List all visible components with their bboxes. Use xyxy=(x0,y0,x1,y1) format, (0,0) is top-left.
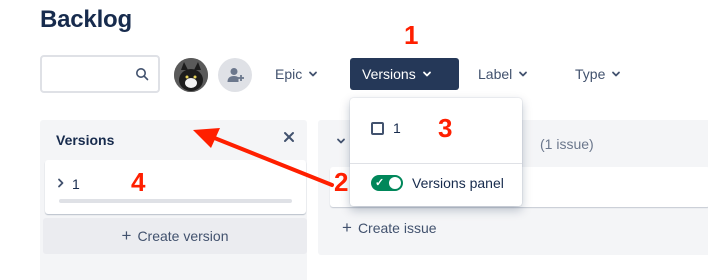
versions-filter-label: Versions xyxy=(362,66,416,82)
annotation-number: 1 xyxy=(404,20,419,50)
versions-panel-toggle-row[interactable]: ✓ Versions panel xyxy=(371,175,504,191)
version-option-label: 1 xyxy=(393,120,401,136)
chevron-down-icon xyxy=(519,71,528,77)
checkbox[interactable] xyxy=(371,121,384,135)
annotation-number: 2 xyxy=(334,167,349,197)
version-card[interactable]: 1 xyxy=(45,160,306,214)
label-filter-label: Label xyxy=(478,66,513,82)
plus-icon: + xyxy=(121,226,132,245)
type-filter-label: Type xyxy=(575,66,606,82)
annotation-number: 3 xyxy=(438,113,453,143)
type-filter-button[interactable]: Type xyxy=(575,58,621,90)
versions-panel: Versions 1 + Create version xyxy=(40,120,307,280)
annotation-number: 4 xyxy=(131,167,146,197)
create-issue-button[interactable]: + Create issue xyxy=(342,218,437,238)
version-name: 1 xyxy=(72,176,80,192)
create-version-button[interactable]: + Create version xyxy=(43,218,307,254)
create-issue-label: Create issue xyxy=(357,220,437,236)
chevron-down-icon[interactable] xyxy=(336,136,346,146)
search-input[interactable] xyxy=(40,55,160,93)
issue-count: (1 issue) xyxy=(540,136,594,152)
versions-dropdown-menu: 1 ✓ Versions panel xyxy=(350,98,522,206)
close-icon[interactable] xyxy=(283,131,295,143)
check-icon: ✓ xyxy=(375,177,385,189)
add-people-button[interactable] xyxy=(218,58,252,92)
divider xyxy=(350,163,522,164)
page-title: Backlog xyxy=(40,6,132,33)
versions-panel-toggle[interactable]: ✓ xyxy=(371,175,403,191)
user-avatar-image xyxy=(174,58,208,92)
chevron-down-icon xyxy=(422,71,431,77)
versions-panel-title: Versions xyxy=(56,132,115,148)
toggle-knob xyxy=(389,177,401,189)
epic-filter-label: Epic xyxy=(275,66,303,82)
version-option[interactable]: 1 xyxy=(371,120,401,136)
versions-panel-toggle-label: Versions panel xyxy=(412,175,504,191)
chevron-right-icon[interactable] xyxy=(57,178,65,188)
versions-filter-button[interactable]: Versions xyxy=(350,58,459,90)
search-icon xyxy=(136,68,149,81)
chevron-down-icon xyxy=(309,71,318,77)
version-progress-bar xyxy=(59,199,292,203)
add-person-icon xyxy=(227,68,244,82)
create-version-label: Create version xyxy=(137,228,229,244)
epic-filter-button[interactable]: Epic xyxy=(275,58,318,90)
avatar[interactable] xyxy=(174,58,208,92)
chevron-down-icon xyxy=(612,71,621,77)
plus-icon: + xyxy=(342,218,352,237)
label-filter-button[interactable]: Label xyxy=(478,58,528,90)
